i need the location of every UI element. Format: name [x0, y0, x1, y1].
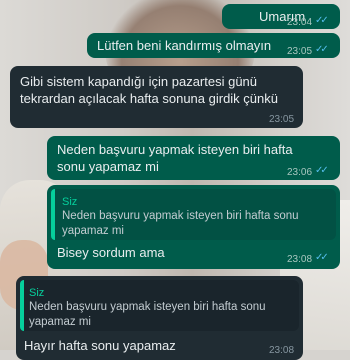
- message-text: Hayır hafta sonu yapamaz: [24, 338, 176, 353]
- quote-text-line: yapamaz mi: [62, 225, 124, 237]
- quote-author: Siz: [29, 287, 45, 299]
- double-check-icon: ✓✓: [315, 15, 329, 26]
- incoming-reply-message[interactable]: Siz Neden başvuru yapmak isteyen biri ha…: [16, 276, 303, 360]
- message-time: 23:08: [287, 254, 313, 265]
- quote-accent-bar: [20, 280, 24, 331]
- quoted-message[interactable]: Siz Neden başvuru yapmak isteyen biri ha…: [20, 280, 299, 331]
- message-time: 23:04: [287, 17, 313, 28]
- chat-messages: Umarım 23:04 ✓✓ Lütfen beni kandırmış ol…: [0, 0, 350, 360]
- double-check-icon: ✓✓: [315, 252, 329, 263]
- message-time: 23:05: [269, 114, 295, 125]
- quote-author: Siz: [62, 196, 78, 208]
- quoted-message[interactable]: Siz Neden başvuru yapmak isteyen biri ha…: [51, 189, 336, 240]
- quote-text-line: yapamaz mi: [29, 316, 91, 328]
- message-time: 23:08: [269, 345, 295, 356]
- quote-text-line: Neden başvuru yapmak isteyen biri hafta …: [29, 301, 266, 313]
- quote-text-line: Neden başvuru yapmak isteyen biri hafta …: [62, 210, 299, 222]
- outgoing-reply-message[interactable]: Siz Neden başvuru yapmak isteyen biri ha…: [47, 185, 340, 269]
- message-text-line: sonu yapamaz mi: [57, 159, 159, 174]
- quote-accent-bar: [51, 189, 55, 240]
- incoming-message[interactable]: Gibi sistem kapandığı için pazartesi gün…: [10, 66, 303, 128]
- double-check-icon: ✓✓: [315, 44, 329, 55]
- message-text: Bisey sordum ama: [57, 245, 165, 260]
- message-time: 23:06: [287, 167, 313, 178]
- message-text-line: tekrardan açılacak hafta sonuna girdik ç…: [20, 91, 278, 106]
- message-text-line: Neden başvuru yapmak isteyen biri hafta: [57, 142, 293, 157]
- message-text: Lütfen beni kandırmış olmayın: [97, 38, 272, 53]
- message-time: 23:05: [287, 46, 313, 57]
- double-check-icon: ✓✓: [315, 165, 329, 176]
- outgoing-message[interactable]: Lütfen beni kandırmış olmayın 23:05 ✓✓: [87, 33, 340, 58]
- outgoing-message[interactable]: Umarım 23:04 ✓✓: [222, 4, 340, 29]
- message-text-line: Gibi sistem kapandığı için pazartesi gün…: [20, 74, 258, 89]
- outgoing-message[interactable]: Neden başvuru yapmak isteyen biri hafta …: [47, 136, 340, 180]
